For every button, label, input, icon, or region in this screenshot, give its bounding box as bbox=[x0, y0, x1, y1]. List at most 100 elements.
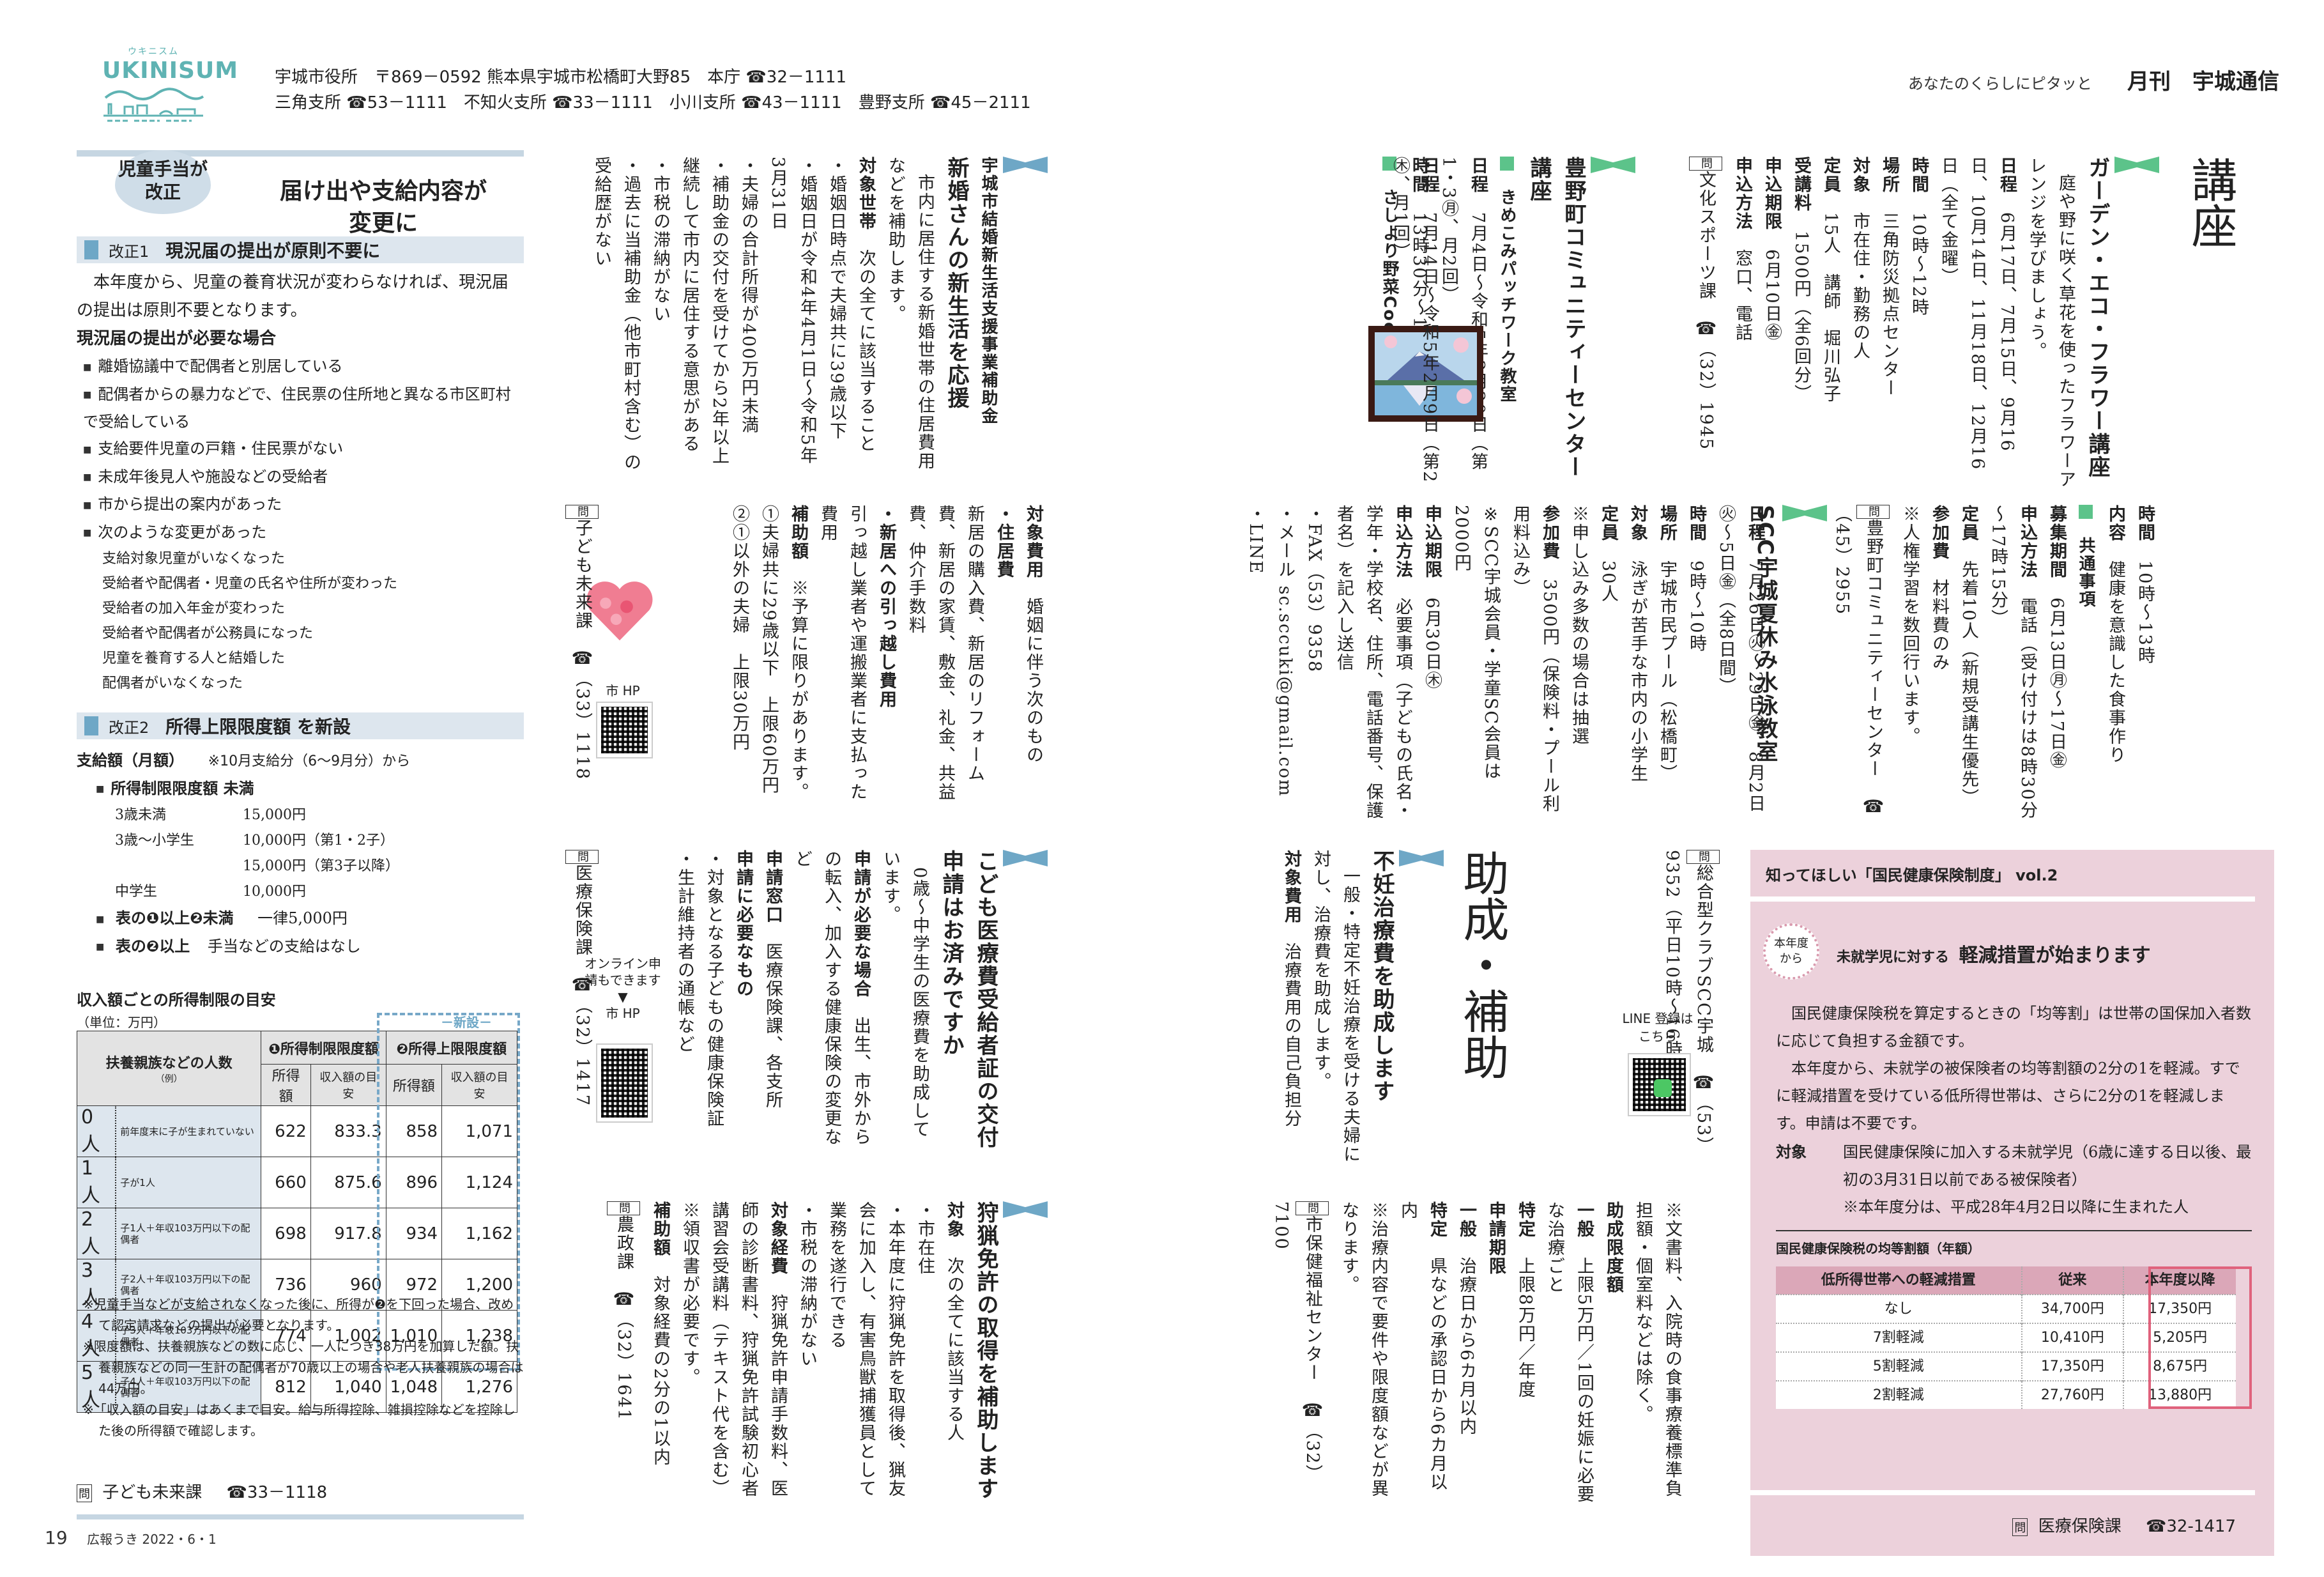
row-label: 定員 bbox=[1959, 505, 1978, 542]
this-year-badge: 本年度 から bbox=[1763, 923, 1819, 980]
line-logo-icon bbox=[1654, 1079, 1672, 1097]
contact-tel[interactable]: ☎（33）1118 bbox=[572, 649, 592, 780]
row-value: 30人 bbox=[1598, 560, 1618, 604]
ribbon-icon bbox=[1782, 505, 1827, 521]
nhi-table-title: 国民健康保険税の均等割額（年額） bbox=[1776, 1230, 2252, 1263]
revision-1-header: 改正1 現況届の提出が原則不要に bbox=[77, 236, 524, 263]
garden-row: 時間 10時～12時 bbox=[1904, 157, 1933, 489]
medical-qr-code[interactable] bbox=[596, 1043, 653, 1123]
row-value: 7月4日～令和5年2月20日（第1・3㊊、月2回） bbox=[1439, 157, 1488, 472]
inquiry-icon: 問 bbox=[1689, 157, 1722, 171]
article-title-line-2: 変更に bbox=[348, 210, 418, 236]
cooking-row: 時間 10時～13時 bbox=[2130, 505, 2159, 824]
row-value: 6月30日㊍ bbox=[1422, 597, 1442, 690]
amount-row: 中学生 10,000円 bbox=[115, 879, 524, 905]
line-label: LINE 登録はこちら bbox=[1622, 1011, 1693, 1044]
required-heading: 現況届の提出が必要な場合 bbox=[77, 329, 277, 348]
dependents-count: 1人 bbox=[77, 1157, 116, 1208]
bubble-line-1: 児童手当が bbox=[118, 158, 208, 180]
contact-tel[interactable]: ☎（32）1641 bbox=[614, 1289, 634, 1421]
need-item: 対象となる子どもの健康保険証 bbox=[704, 868, 724, 1128]
logo-town-icon bbox=[103, 88, 204, 122]
row-value: 1500円（全6回分） bbox=[1791, 231, 1811, 403]
row-label: 日程 bbox=[1997, 157, 2017, 194]
nhi-contact: 問 医療保険課 ☎32-1417 bbox=[2012, 1513, 2236, 1537]
amount-age: 3歳～小学生 bbox=[115, 833, 194, 849]
cell-i1: 622 bbox=[261, 1105, 311, 1157]
garden-row: 申込方法 窓口、電話 bbox=[1727, 157, 1757, 489]
row-label: 対象 bbox=[1850, 157, 1870, 194]
ribbon-icon bbox=[1399, 850, 1444, 866]
common-row: 申込方法 電話（受け付けは8時30分～17時15分） bbox=[1983, 505, 2042, 824]
dependents-count: 0人 bbox=[77, 1105, 116, 1157]
hunting-article: 狩猟免許の取得を補助します 対象 次の全てに該当する人 ・市在住 ・本年度に狩猟… bbox=[607, 1201, 1048, 1508]
cost-note: ※領収書が必要です。 bbox=[680, 1201, 699, 1387]
amount-value: 15,000円（第3子以降） bbox=[243, 858, 399, 874]
logo: ウキニスム UKINISUM bbox=[102, 45, 239, 122]
magazine-title: 月刊 宇城通信 bbox=[2127, 69, 2279, 95]
amount-item: ②①以外の夫婦 上限30万円 bbox=[730, 505, 749, 752]
contact-child-future: 問 子ども未来課 ☎33－1118 bbox=[77, 1479, 327, 1503]
garden-row: 日程 6月17日、7月15日、9月16日、10月14日、11月18日、12月16… bbox=[1933, 157, 2021, 489]
contact-tel[interactable]: ☎（32）1417 bbox=[572, 975, 592, 1107]
note: ※限度額は、扶養親族などの数に応じ、一人につき38万円を加算した額。扶養親族など… bbox=[83, 1339, 524, 1396]
header-dependents-note: （例） bbox=[155, 1074, 183, 1084]
newlywed-contact: 問子ども未来課 ☎（33）1118 bbox=[565, 505, 604, 812]
row-label: 日程 bbox=[1745, 505, 1765, 542]
common-row: 定員 先着10人（新規受講生優先） bbox=[1953, 505, 1983, 824]
period-label: 申請期限 bbox=[1486, 1201, 1506, 1275]
row-label: 参加費 bbox=[1540, 505, 1559, 560]
amount-row: 15,000円（第3子以降） bbox=[115, 854, 524, 879]
cost-text: 治療費用の自己負担分 bbox=[1281, 942, 1301, 1128]
header-dependents: 扶養親族などの人数 （例） bbox=[76, 1031, 262, 1106]
required-item: 支給要件児童の戸籍・住民票がない bbox=[77, 435, 524, 463]
required-item: 配偶者からの暴力などで、住民票の住所地と異なる市区町村で受給している bbox=[77, 381, 524, 436]
section-marker-icon bbox=[84, 716, 98, 735]
amount-age bbox=[115, 854, 243, 879]
garden-row: 受講料 1500円（全6回分） bbox=[1786, 157, 1816, 489]
rule-2-over: 表の❷以上 手当などの支給はなし bbox=[77, 933, 524, 961]
logo-text: UKINISUM bbox=[102, 58, 239, 84]
row-label: 定員 bbox=[1598, 505, 1618, 542]
publication-info: 広報うき 2022・6・1 bbox=[87, 1532, 217, 1547]
target-text: 次の全てに該当すること bbox=[856, 249, 876, 453]
medical-card-article: こども医療費受給者証の交付申請はお済みですか 0歳～中学生の医療費を助成していま… bbox=[669, 850, 1048, 1150]
condition-item: ・過去に当補助金（他市町村含む）の受給歴がない bbox=[592, 157, 641, 472]
article-title-line-1: 届け出や支給内容が bbox=[279, 178, 487, 204]
line-qr-code[interactable] bbox=[1628, 1053, 1691, 1116]
condition-item: ・補助金の交付を受けてから2年以上継続して市内に居住する意思がある bbox=[680, 157, 729, 466]
cooking-details: 日程 7月14日～令和5年2月9日（第2㊍、月1回） bbox=[1385, 157, 1444, 489]
period-rows: 一般 治療日から6カ月以内 特定 県などの承認日から6カ月以内 bbox=[1393, 1201, 1481, 1508]
nhi-target: 対象 国民健康保険に加入する未就学児（6歳に達する日以後、最初の3月31日以前で… bbox=[1776, 1139, 2252, 1221]
row-value: 7月14日～令和5年2月9日（第2㊍、月1回） bbox=[1390, 157, 1439, 484]
toyono-common: 時間 10時～13時 内容 健康を意識した食事作り 共通事項 募集期間 6月13日… bbox=[1748, 505, 2159, 824]
contact-tel[interactable]: ☎（32）1945 bbox=[1696, 319, 1716, 450]
payment-row: 支給額（月額） ※10月支給分（6～9月分）から bbox=[77, 747, 524, 775]
garden-details: 日程 6月17日、7月15日、9月16日、10月14日、11月18日、12月16… bbox=[1727, 157, 2021, 489]
contact-dept: 総合型クラブSCC宇城 bbox=[1693, 864, 1713, 1054]
bubble-line-2: 改正 bbox=[144, 181, 181, 203]
contact-tel[interactable]: ☎32-1417 bbox=[2146, 1517, 2236, 1536]
window-label: 申請窓口 bbox=[763, 850, 783, 924]
row-value: 9時～10時 bbox=[1686, 560, 1706, 653]
fertility-article: 不妊治療費を助成します 一般・特定不妊治療を受ける夫婦に対し、治療費を助成します… bbox=[1276, 850, 1444, 1169]
newlywed-title: 新婚さんの新生活を応援 bbox=[944, 157, 969, 410]
cell-previous: 27,760円 bbox=[2021, 1380, 2124, 1409]
row-value: 泳ぎが苦手な市内の小学生 bbox=[1628, 560, 1647, 783]
cooking-row: 日程 7月14日～令和5年2月9日（第2㊍、月1回） bbox=[1385, 157, 1444, 489]
row-value: 健康を意識した食事作り bbox=[2106, 560, 2125, 764]
change-item: 児童を養育する人と結婚した bbox=[102, 650, 286, 666]
cell-measure: 2割軽減 bbox=[1776, 1380, 2022, 1409]
fertility-details: ※文書料、入院時の食事療養標準負担額・個室料などは除く。 助成限度額 一般 上限… bbox=[1266, 1201, 1686, 1508]
newlywed-qr-code[interactable] bbox=[596, 702, 653, 758]
cell-r1: 833.3 bbox=[310, 1105, 386, 1157]
payment-label: 支給額（月額） bbox=[77, 751, 184, 769]
garden-row: 申込期限 6月10日㊎ bbox=[1757, 157, 1786, 489]
row-label: 日程 bbox=[1468, 157, 1488, 194]
inquiry-icon: 問 bbox=[607, 1201, 640, 1215]
contact-tel[interactable]: ☎33－1118 bbox=[227, 1483, 328, 1502]
change-list: 支給対象児童がいなくなった 受給者や配偶者・児童の氏名や住所が変わった 受給者の加入… bbox=[77, 546, 524, 696]
row-value: 6月17日、7月15日、9月16日、10月14日、11月18日、12月16日（全… bbox=[1938, 157, 2017, 471]
cell-i1: 660 bbox=[261, 1157, 311, 1208]
medical-card-title: こども医療費受給者証の交付申請はお済みですか bbox=[938, 850, 998, 1149]
